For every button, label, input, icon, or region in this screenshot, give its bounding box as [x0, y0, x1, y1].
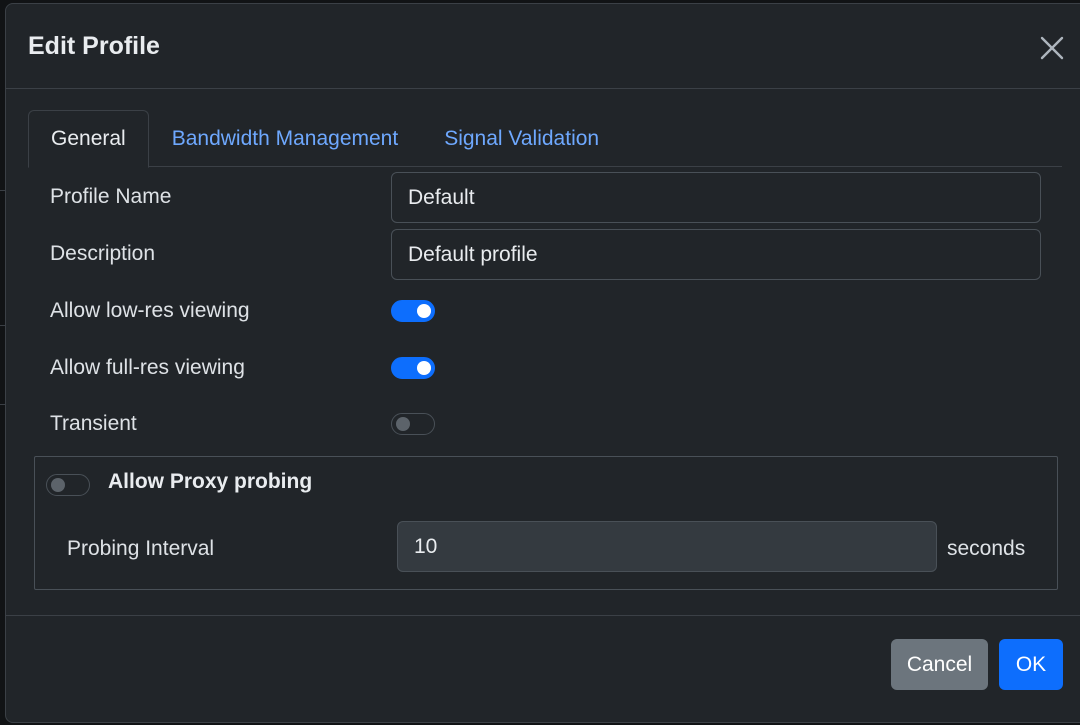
toggle-knob — [51, 478, 65, 492]
toggle-knob — [396, 417, 410, 431]
toggle-knob — [417, 304, 431, 318]
dialog-footer: Cancel OK — [6, 615, 1080, 725]
profile-name-input[interactable]: Default — [391, 172, 1041, 223]
description-row: Description — [50, 242, 155, 266]
profile-name-label: Profile Name — [50, 185, 172, 208]
toggle-knob — [417, 361, 431, 375]
probing-interval-unit: seconds — [947, 537, 1026, 560]
transient-toggle[interactable] — [391, 413, 435, 435]
full-res-row: Allow full-res viewing — [50, 356, 245, 380]
dialog-header: Edit Profile — [6, 4, 1080, 89]
proxy-probing-title: Allow Proxy probing — [108, 470, 313, 493]
low-res-label: Allow low-res viewing — [50, 299, 250, 322]
tab-signal-validation[interactable]: Signal Validation — [421, 110, 622, 167]
profile-name-row: Profile Name — [50, 185, 171, 209]
dialog-title: Edit Profile — [28, 31, 160, 60]
proxy-probing-toggle[interactable] — [46, 474, 90, 496]
description-label: Description — [50, 242, 156, 265]
proxy-probing-group: Allow Proxy probing Probing Interval 10 … — [34, 456, 1058, 590]
ok-button[interactable]: OK — [999, 639, 1063, 690]
edit-profile-dialog: Edit Profile General Bandwidth Managemen… — [5, 3, 1080, 723]
close-icon — [1040, 36, 1064, 60]
low-res-row: Allow low-res viewing — [50, 299, 250, 323]
probing-interval-label: Probing Interval — [67, 537, 215, 560]
tab-bar: General Bandwidth Management Signal Vali… — [28, 110, 1062, 168]
transient-label: Transient — [50, 412, 137, 435]
transient-row: Transient — [50, 412, 137, 436]
tab-bandwidth-management[interactable]: Bandwidth Management — [149, 110, 421, 167]
description-input[interactable]: Default profile — [391, 229, 1041, 280]
tab-general[interactable]: General — [28, 110, 149, 168]
close-button[interactable] — [1038, 34, 1066, 62]
full-res-toggle[interactable] — [391, 357, 435, 379]
cancel-button[interactable]: Cancel — [891, 639, 988, 690]
probing-interval-input[interactable]: 10 — [397, 521, 937, 572]
low-res-toggle[interactable] — [391, 300, 435, 322]
full-res-label: Allow full-res viewing — [50, 356, 245, 379]
